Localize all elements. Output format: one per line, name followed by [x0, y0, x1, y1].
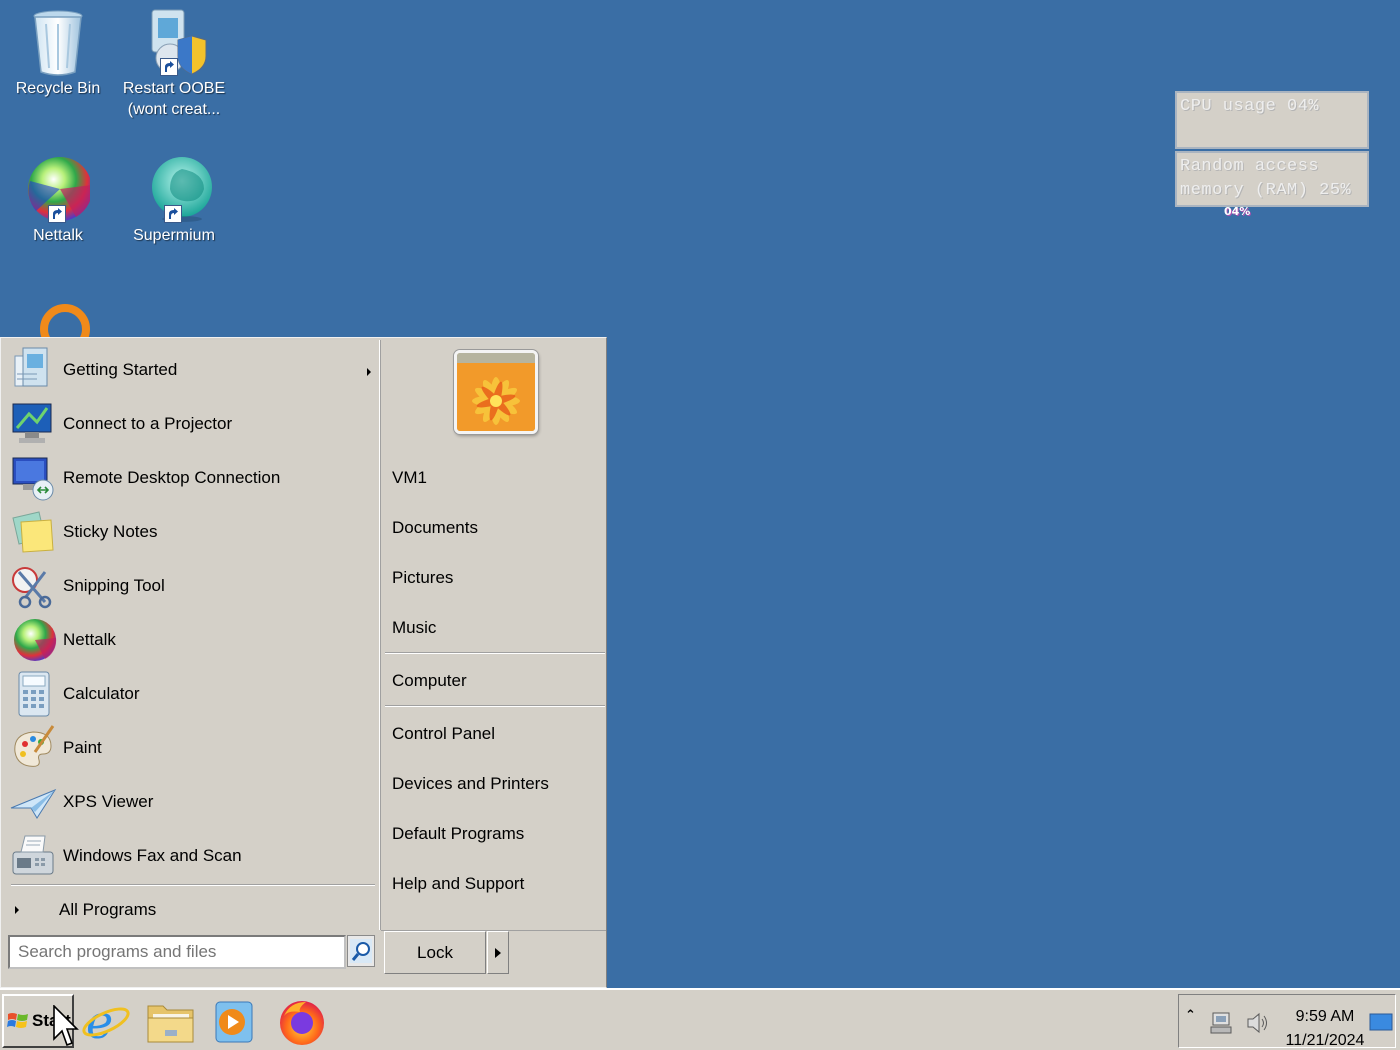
- start-menu-default-programs[interactable]: Default Programs: [392, 824, 524, 844]
- program-label: Paint: [63, 738, 102, 757]
- start-menu-pictures[interactable]: Pictures: [392, 568, 453, 588]
- orange-ring-icon: [40, 304, 90, 338]
- mouse-cursor-icon: [53, 1005, 79, 1047]
- taskbar-file-explorer[interactable]: [145, 996, 197, 1046]
- start-menu-devices-printers[interactable]: Devices and Printers: [392, 774, 549, 794]
- media-player-icon: [215, 1001, 253, 1043]
- getting-started-icon: [9, 346, 57, 394]
- cpu-usage-text: CPU usage 04%: [1180, 97, 1320, 116]
- program-getting-started[interactable]: Getting Started: [9, 344, 377, 396]
- supermium-icon: [142, 155, 212, 223]
- desktop-icon-supermium[interactable]: Supermium: [118, 155, 230, 246]
- desktop-icon-label: Recycle Bin: [15, 80, 101, 97]
- program-label: Sticky Notes: [63, 522, 158, 541]
- sticky-notes-icon: [9, 508, 57, 556]
- program-nettalk[interactable]: Nettalk: [9, 614, 377, 666]
- start-menu-documents[interactable]: Documents: [392, 518, 478, 538]
- program-label: Nettalk: [63, 630, 116, 649]
- taskbar-firefox[interactable]: [276, 996, 328, 1046]
- firefox-icon: [280, 1001, 324, 1045]
- recycle-bin-icon: [26, 8, 90, 76]
- program-xps-viewer[interactable]: XPS Viewer: [9, 776, 377, 828]
- paper-plane-icon: [9, 778, 57, 826]
- projector-icon: [9, 400, 57, 448]
- clock-time[interactable]: 9:59 AM: [1290, 1008, 1360, 1026]
- program-label: Getting Started: [63, 360, 178, 379]
- network-icon[interactable]: [1209, 1011, 1235, 1035]
- program-label: Calculator: [63, 684, 140, 703]
- start-menu-divider: [379, 340, 381, 930]
- desktop-icon-nettalk[interactable]: Nettalk: [2, 155, 114, 246]
- nettalk-icon: [26, 155, 93, 223]
- paint-palette-icon: [9, 724, 57, 772]
- shortcut-arrow-icon: [160, 58, 178, 76]
- program-paint[interactable]: Paint: [9, 722, 377, 774]
- ram-usage-text-line2: memory (RAM) 25%: [1180, 181, 1352, 200]
- start-menu-help-support[interactable]: Help and Support: [392, 874, 524, 894]
- search-input[interactable]: [8, 935, 346, 969]
- scissors-icon: [9, 562, 57, 610]
- ram-usage-text-line1: Random access: [1180, 157, 1320, 176]
- all-programs-label: All Programs: [59, 900, 157, 919]
- program-sticky-notes[interactable]: Sticky Notes: [9, 506, 377, 558]
- cpu-usage-gadget[interactable]: CPU usage 04%: [1175, 91, 1369, 149]
- start-menu-control-panel[interactable]: Control Panel: [392, 724, 495, 744]
- ram-usage-gadget[interactable]: Random access memory (RAM) 25%: [1175, 151, 1369, 207]
- clock-date[interactable]: 11/21/2024: [1280, 1032, 1370, 1050]
- calculator-icon: [9, 670, 57, 718]
- partial-desktop-icon[interactable]: [38, 302, 92, 338]
- volume-icon[interactable]: [1245, 1011, 1271, 1035]
- windows-logo-icon: [7, 1011, 29, 1031]
- lock-label: Lock: [417, 942, 453, 962]
- all-programs-arrow-icon: [15, 906, 19, 914]
- submenu-arrow-icon: [367, 368, 371, 376]
- fax-icon: [9, 832, 57, 880]
- shortcut-arrow-icon: [48, 205, 66, 223]
- start-menu-user-link[interactable]: VM1: [392, 468, 427, 488]
- start-menu: Getting Started Connect to a Projector R…: [0, 337, 607, 988]
- start-menu-computer[interactable]: Computer: [392, 671, 467, 691]
- magnifier-icon: [350, 939, 372, 963]
- program-label: XPS Viewer: [63, 792, 154, 811]
- show-desktop-icon[interactable]: [1369, 1013, 1393, 1031]
- desktop-icon-restart-oobe[interactable]: Restart OOBE (wont creat...: [118, 8, 230, 120]
- nettalk-icon: [9, 616, 57, 664]
- remote-desktop-icon: [9, 454, 57, 502]
- right-separator-1: [385, 652, 605, 654]
- all-programs-button[interactable]: All Programs: [15, 898, 156, 922]
- taskbar-media-player[interactable]: [208, 996, 260, 1046]
- program-label: Remote Desktop Connection: [63, 468, 281, 487]
- programs-separator: [11, 884, 375, 886]
- desktop-icon-label: Supermium: [133, 227, 215, 244]
- program-label: Connect to a Projector: [63, 414, 233, 433]
- shortcut-arrow-icon: [164, 205, 182, 223]
- program-label: Windows Fax and Scan: [63, 846, 242, 865]
- desktop-icon-label: Restart OOBE (wont creat...: [122, 80, 226, 118]
- program-connect-projector[interactable]: Connect to a Projector: [9, 398, 377, 450]
- search-button[interactable]: [347, 935, 375, 967]
- setup-shield-icon: [142, 8, 207, 76]
- show-hidden-icons-icon[interactable]: ⌃: [1185, 1007, 1196, 1023]
- program-remote-desktop[interactable]: Remote Desktop Connection: [9, 452, 377, 504]
- lock-button[interactable]: Lock: [384, 931, 486, 974]
- cpu-usage-indicator: 04%: [1224, 205, 1251, 218]
- start-menu-music[interactable]: Music: [392, 618, 436, 638]
- shutdown-options-button[interactable]: [487, 931, 509, 974]
- program-fax-scan[interactable]: Windows Fax and Scan: [9, 830, 377, 882]
- program-snipping-tool[interactable]: Snipping Tool: [9, 560, 377, 612]
- user-picture[interactable]: [454, 350, 538, 434]
- right-separator-2: [385, 705, 605, 707]
- taskbar: Start e ⌃: [0, 988, 1400, 1050]
- file-explorer-icon: [147, 1005, 194, 1043]
- internet-explorer-icon: e: [82, 995, 130, 1049]
- desktop-icon-label: Nettalk: [33, 227, 83, 244]
- desktop-icon-recycle-bin[interactable]: Recycle Bin: [2, 8, 114, 99]
- flower-picture-icon: [457, 353, 535, 431]
- program-label: Snipping Tool: [63, 576, 165, 595]
- program-calculator[interactable]: Calculator: [9, 668, 377, 720]
- taskbar-internet-explorer[interactable]: e: [80, 995, 132, 1049]
